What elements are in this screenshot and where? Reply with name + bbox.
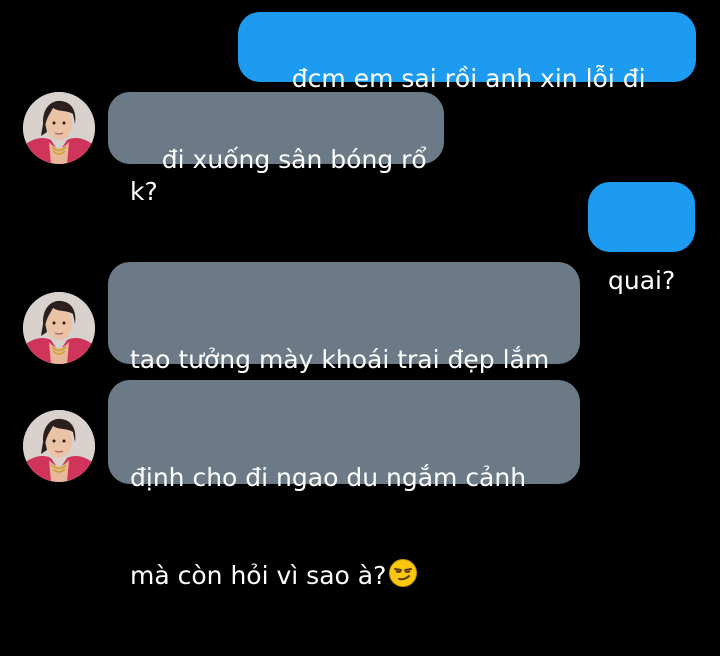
message-bubble-incoming[interactable]: tao tưởng mày khoái trai đẹp lắm mà [108,262,580,470]
message-text: đcm em sai rồi anh xin lỗi đi [291,64,646,93]
message-bubble-outgoing[interactable]: quai? [588,182,695,295]
message-text: quai? [608,266,676,295]
avatar[interactable] [23,292,95,364]
smirking-face-icon [388,558,418,588]
chat-thread: đcm em sai rồi anh xin lỗi đi đi xuống s… [0,0,720,590]
message-text-line: mà còn hỏi vì sao à? [130,561,387,590]
message-bubble-incoming[interactable]: định cho đi ngao du ngắm cảnh mà còn hỏi… [108,380,580,590]
avatar[interactable] [23,92,95,164]
message-text-line: định cho đi ngao du ngắm cảnh [130,463,527,492]
message-text-line: tao tưởng mày khoái trai đẹp lắm [130,345,550,374]
avatar[interactable] [23,410,95,482]
message-text: đi xuống sân bóng rổ k? [130,145,435,206]
message-bubble-outgoing[interactable]: đcm em sai rồi anh xin lỗi đi [238,12,696,124]
message-bubble-incoming[interactable]: đi xuống sân bóng rổ k? [108,92,444,206]
